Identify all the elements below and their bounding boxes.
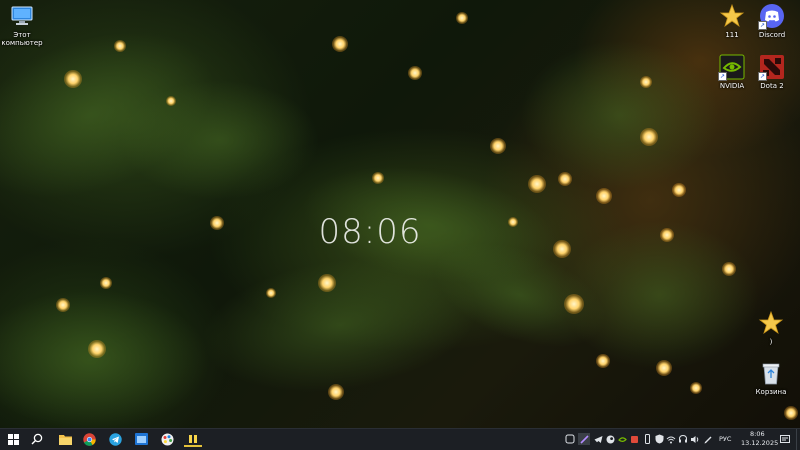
desktop-icon-recycle-bin[interactable]: Корзина [743,360,799,396]
tray-icon-steam[interactable] [605,433,615,445]
steam-icon [606,435,614,443]
desktop-icon-label: Корзина [755,388,787,396]
copilot-icon [565,434,575,444]
desktop-icon-discord[interactable]: ↗ Discord [744,3,800,39]
taskbar-clock-date[interactable]: 13.12.2025 [741,439,778,447]
discord-icon: ↗ [758,3,785,30]
feather-icon [579,434,589,444]
desktop-icon-this-pc[interactable]: Этот компьютер [0,3,50,47]
tray-icon-shield[interactable] [654,433,664,445]
volume-icon [691,435,699,443]
taskbar-clock-time[interactable]: 8:06 [750,430,765,438]
taskbar: РУС 8:06 13.12.2025 [0,428,800,450]
folder-icon [58,434,72,445]
tray-icon-app-purple[interactable] [578,433,590,445]
desktop-icon-dota2[interactable]: ↗ Dota 2 [744,54,800,90]
tray-icon-volume[interactable] [690,433,700,445]
telegram-icon [108,432,122,446]
telegram-icon [594,435,602,443]
tray-icon-telegram[interactable] [593,433,603,445]
usb-device-icon [644,434,650,444]
yellow-bars-icon [189,435,197,443]
notifications-button[interactable] [780,433,790,445]
desktop-icon-label: Discord [758,31,786,39]
start-button[interactable] [4,431,22,447]
taskbar-app-file-explorer[interactable] [56,431,74,447]
tray-icon-network[interactable] [666,433,676,445]
tray-icon-red[interactable] [629,433,639,445]
tray-icon-pen[interactable] [703,433,713,445]
taskbar-app-windows[interactable] [132,431,150,447]
desktop[interactable]: 08:06 Этот компьютер 111 ↗ Discord ↗ NVI… [0,0,800,428]
star-icon [758,310,784,336]
language-indicator[interactable]: РУС [719,435,731,443]
network-icon [666,436,676,443]
desktop-icon-label: Этот компьютер [1,31,43,47]
taskbar-app-paint[interactable] [158,431,176,447]
recycle-bin-icon [758,360,784,386]
tray-icon-nvidia[interactable] [617,433,627,445]
computer-icon [9,3,35,29]
shortcut-arrow-icon: ↗ [718,72,727,81]
taskbar-app-chrome[interactable] [80,431,98,447]
tray-icon-device[interactable] [642,433,652,445]
taskbar-app-telegram[interactable] [106,431,124,447]
pen-icon [704,436,712,444]
show-desktop-button[interactable] [796,429,800,450]
desktop-icon-label: Dota 2 [760,82,784,90]
nvidia-icon: ↗ [718,54,745,81]
red-app-icon [630,435,638,443]
defender-shield-icon [655,434,663,444]
wallpaper-clock: 08:06 [318,212,422,252]
star-icon [719,3,745,29]
shortcut-arrow-icon: ↗ [758,21,767,30]
palette-icon [161,433,173,445]
shortcut-arrow-icon: ↗ [758,72,767,81]
headset-icon [679,434,687,443]
search-button[interactable] [28,431,46,447]
dota2-icon: ↗ [758,54,785,81]
tray-icon-copilot[interactable] [565,433,575,445]
search-icon [31,433,43,445]
chrome-icon [82,432,96,446]
notification-icon [780,434,790,443]
window-app-icon [134,433,148,445]
windows-icon [7,433,19,445]
desktop-icon-star[interactable]: ) [743,310,799,346]
nvidia-icon [617,436,627,442]
taskbar-app-bars[interactable] [184,431,202,447]
tray-icon-headset[interactable] [678,433,688,445]
desktop-icon-label: ) [769,338,773,346]
